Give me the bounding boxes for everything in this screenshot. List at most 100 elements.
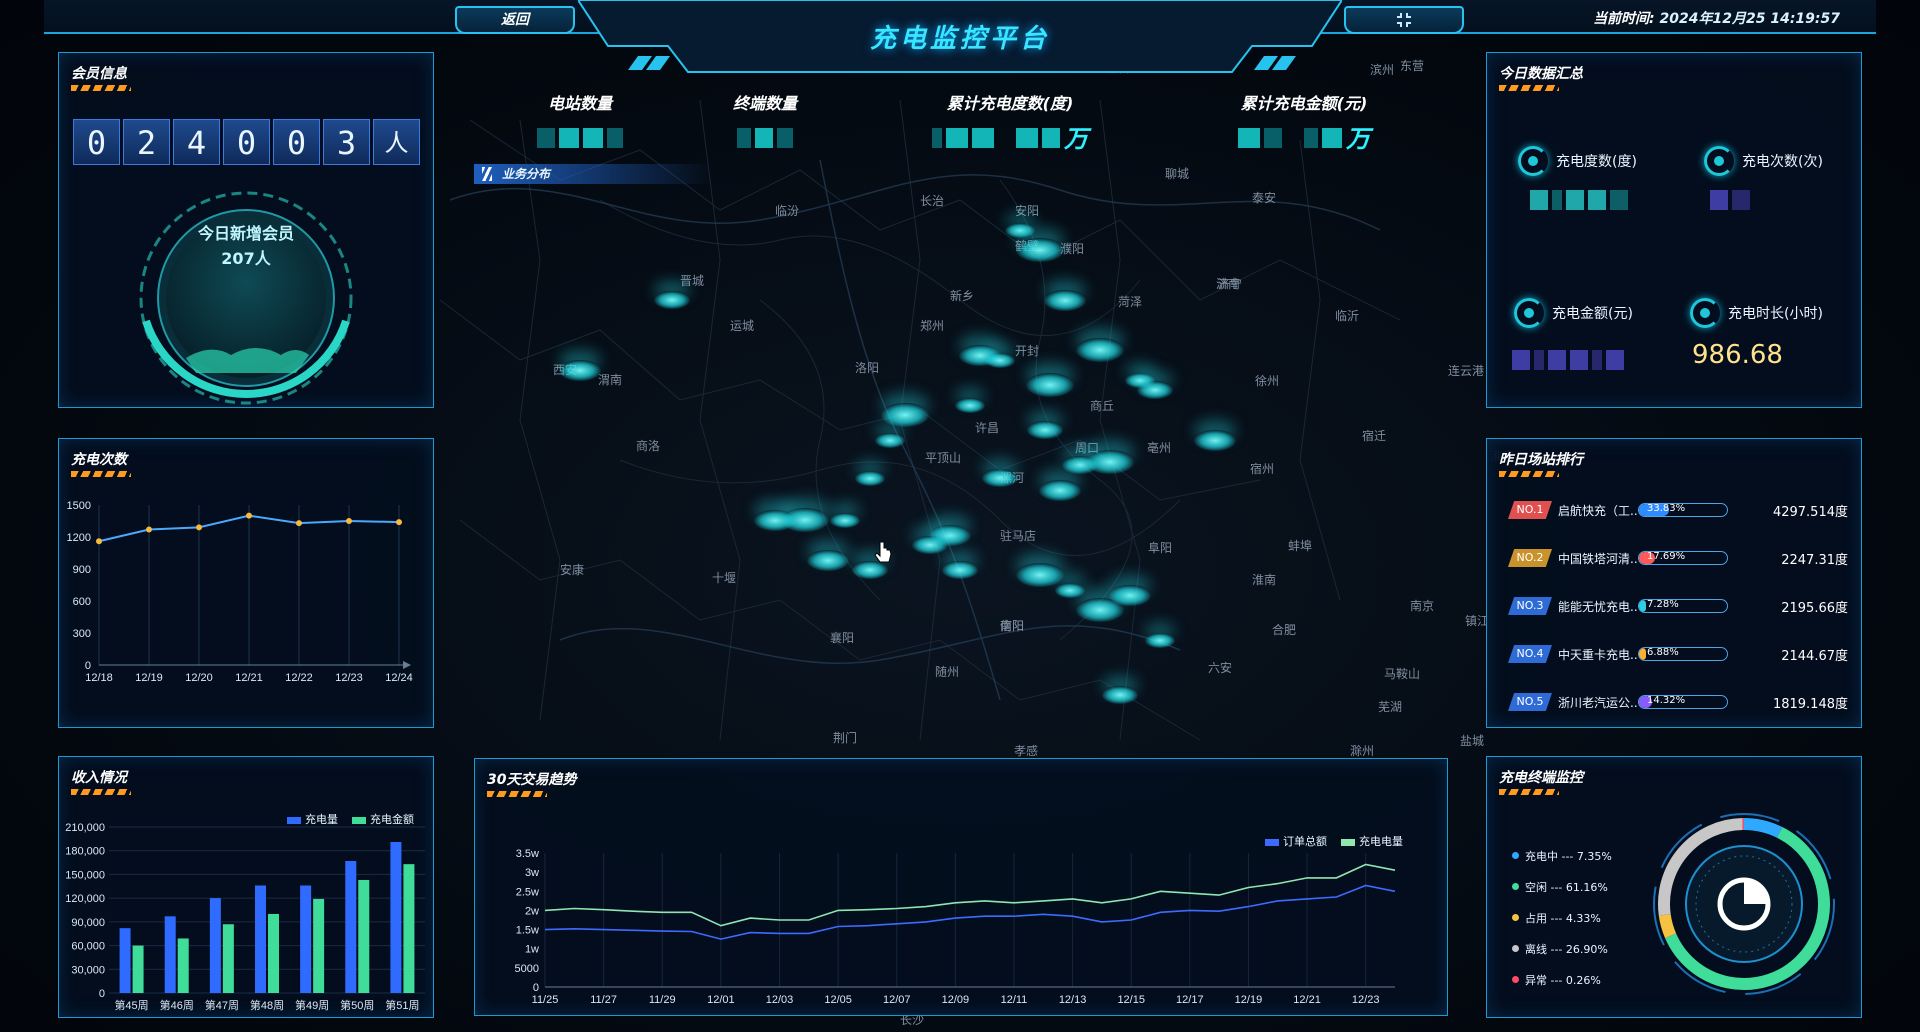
y-tick-label: 1w xyxy=(525,944,539,956)
x-tick-label: 12/03 xyxy=(766,994,794,1006)
map-city-label: 十堰 xyxy=(712,571,736,585)
map-city-label: 安康 xyxy=(560,562,584,577)
kpi-suffix: 万 xyxy=(1346,125,1370,153)
income-panel: 收入情况 充电量 充电金额 0 30,000 60,000 90,000 120,000… xyxy=(58,756,434,1018)
station-marker[interactable] xyxy=(1027,421,1063,439)
station-marker[interactable] xyxy=(1016,238,1064,262)
map-city-label: 淮南 xyxy=(1252,572,1276,587)
station-marker[interactable] xyxy=(1102,686,1138,704)
title-stripes xyxy=(1499,471,1559,477)
station-marker[interactable] xyxy=(1005,222,1035,238)
map-city-label: 运城 xyxy=(730,319,754,333)
station-marker[interactable] xyxy=(985,352,1015,368)
gauge-icon xyxy=(1704,146,1734,176)
x-tick-label: 12/19 xyxy=(1235,994,1263,1006)
station-marker[interactable] xyxy=(982,469,1018,487)
ranking-row[interactable]: NO.2 中国铁塔河清... 17.69% 2247.31度 xyxy=(1508,546,1848,570)
back-button[interactable]: 返回 xyxy=(455,6,575,34)
station-marker[interactable] xyxy=(1076,338,1124,362)
x-tick-label: 第48周 xyxy=(250,998,284,1012)
count-point xyxy=(196,524,202,531)
map-city-label: 济宁 xyxy=(1218,276,1242,291)
trend-panel: 30天交易趋势 订单总额 充电电量 0 5000 1w 1.5w 2w 2.5w 3w 3.5… xyxy=(474,758,1448,1016)
station-marker[interactable] xyxy=(1086,450,1134,474)
station-marker[interactable] xyxy=(942,561,978,579)
charge-count-panel: 充电次数 0 300 600 900 1200 1500 12/18 12/19 12/20 12… xyxy=(58,438,434,728)
station-marker[interactable] xyxy=(855,470,885,486)
yesterday-ranking-panel: 昨日场站排行 xyxy=(1486,438,1862,728)
station-marker[interactable] xyxy=(807,549,849,571)
station-marker[interactable] xyxy=(1076,598,1124,622)
station-marker[interactable] xyxy=(654,291,690,309)
map-city-label: 随州 xyxy=(935,664,959,679)
station-marker[interactable] xyxy=(1026,373,1074,397)
map-city-label: 徐州 xyxy=(1255,373,1279,388)
rank-percent: 14.32% xyxy=(1647,695,1686,706)
x-tick-label: 12/05 xyxy=(824,994,852,1006)
x-tick-label: 第49周 xyxy=(295,998,329,1012)
station-marker[interactable] xyxy=(1145,632,1175,648)
rank-badge: NO.1 xyxy=(1508,501,1552,519)
terminal-legend: 充电中 --- 7.35% 空闲 --- 61.16% 占用 --- 4.33%… xyxy=(1512,840,1612,995)
title-stripes xyxy=(71,85,131,91)
station-marker[interactable] xyxy=(1137,381,1173,399)
station-marker[interactable] xyxy=(1039,479,1081,501)
station-marker[interactable] xyxy=(912,536,948,554)
bar xyxy=(358,879,370,993)
station-marker[interactable] xyxy=(1016,563,1064,587)
title-stripes xyxy=(71,471,131,477)
bar xyxy=(313,898,325,993)
y-tick-label: 30,000 xyxy=(71,964,105,976)
map-city-label: 宿州 xyxy=(1250,461,1274,476)
income-chart[interactable]: 0 30,000 60,000 90,000 120,000 150,000 180,000… xyxy=(59,817,435,1017)
terminal-item[interactable]: 占用 --- 4.33% xyxy=(1512,902,1612,933)
rank-value: 2195.66度 xyxy=(1781,600,1848,616)
station-marker[interactable] xyxy=(955,397,985,413)
terminal-item[interactable]: 异常 --- 0.26% xyxy=(1512,964,1612,995)
station-marker[interactable] xyxy=(881,403,929,427)
station-marker[interactable] xyxy=(875,432,905,448)
axis-arrow-icon xyxy=(403,661,411,669)
rank-value: 2247.31度 xyxy=(1781,552,1848,568)
terminal-item[interactable]: 空闲 --- 61.16% xyxy=(1512,871,1612,902)
station-name: 浙川老汽运公... xyxy=(1558,695,1638,710)
station-marker[interactable] xyxy=(1044,289,1086,311)
rank-progress-fill xyxy=(1639,648,1647,660)
x-tick-label: 12/24 xyxy=(385,672,413,684)
trend-chart[interactable]: 0 5000 1w 1.5w 2w 2.5w 3w 3.5w 11/25 11/27 11/29 12… xyxy=(475,843,1449,1013)
kpi-value-masked xyxy=(685,128,845,148)
count-point xyxy=(396,519,402,526)
terminal-item[interactable]: 离线 --- 26.90% xyxy=(1512,933,1612,964)
ranking-row[interactable]: NO.3 能能无忧充电... 7.28% 2195.66度 xyxy=(1508,594,1848,618)
station-marker[interactable] xyxy=(559,359,601,381)
y-tick-label: 600 xyxy=(73,596,91,608)
x-tick-label: 11/25 xyxy=(532,994,559,1006)
panel-title: 会员信息 xyxy=(71,66,127,82)
station-marker[interactable] xyxy=(1194,429,1236,451)
kpi-value-masked: 万 xyxy=(890,127,1130,151)
x-tick-label: 11/29 xyxy=(649,994,676,1006)
summary-duration-value: 986.68 xyxy=(1692,340,1783,370)
rank-progress-bar: 6.88% xyxy=(1638,647,1728,661)
kpi-terminal-count: 终端数量 xyxy=(685,90,845,148)
station-marker[interactable] xyxy=(830,512,860,528)
map-city-label: 襄阳 xyxy=(830,630,854,645)
ranking-row[interactable]: NO.5 浙川老汽运公... 14.32% 1819.148度 xyxy=(1508,690,1848,714)
panel-title: 今日数据汇总 xyxy=(1499,66,1583,82)
ranking-row[interactable]: NO.4 中天重卡充电... 6.88% 2144.67度 xyxy=(1508,642,1848,666)
bar xyxy=(390,842,402,993)
title-stripes xyxy=(1499,85,1559,91)
y-tick-label: 5000 xyxy=(515,963,539,975)
map-city-label: 洛阳 xyxy=(855,360,879,375)
kpi-total-amount: 累计充电金额(元) 万 xyxy=(1184,90,1424,153)
map-city-label: 东营 xyxy=(1400,59,1424,73)
summary-energy-value-masked xyxy=(1530,190,1628,210)
terminal-item[interactable]: 充电中 --- 7.35% xyxy=(1512,840,1612,871)
ranking-row[interactable]: NO.1 启航快充（工... 33.83% 4297.514度 xyxy=(1508,498,1848,522)
charge-count-chart[interactable]: 0 300 600 900 1200 1500 12/18 12/19 12/20 12/21 12… xyxy=(59,485,435,725)
fullscreen-button[interactable] xyxy=(1344,6,1464,34)
station-marker[interactable] xyxy=(1055,582,1085,598)
terminal-donut-chart[interactable] xyxy=(1644,804,1844,1004)
x-tick-label: 12/11 xyxy=(1001,994,1028,1006)
station-marker[interactable] xyxy=(754,509,796,531)
